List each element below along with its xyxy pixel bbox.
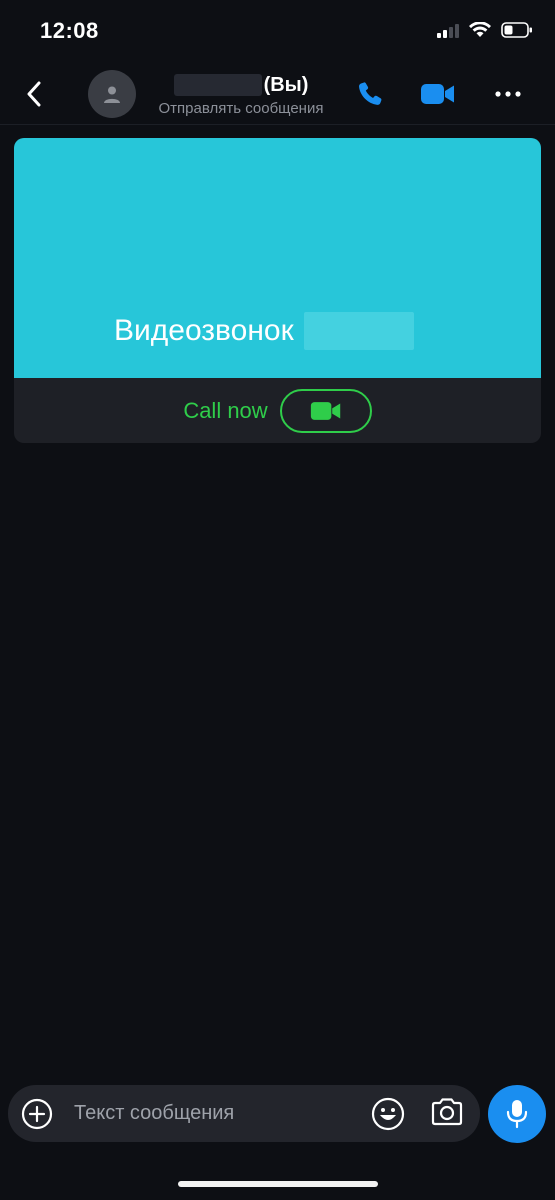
- microphone-icon: [506, 1100, 528, 1129]
- phone-icon: [359, 82, 382, 105]
- contact-subtitle: Отправлять сообщения: [158, 100, 324, 117]
- message-input[interactable]: [68, 1095, 370, 1131]
- wifi-icon: [469, 22, 491, 37]
- camera-icon: [431, 1098, 463, 1126]
- smiley-icon: [371, 1097, 405, 1131]
- video-call-title-row: Видеозвонок: [114, 312, 414, 350]
- contact-name-suffix: (Вы): [263, 73, 309, 96]
- emoji-button[interactable]: [371, 1097, 405, 1131]
- avatar[interactable]: [88, 70, 136, 118]
- video-call-card-actions: Call now: [14, 378, 541, 443]
- chat-screen: 12:08 (Вы) Отправлять сообщения Видеозво…: [0, 0, 555, 1200]
- add-attachment-button[interactable]: [21, 1098, 53, 1130]
- back-button[interactable]: [20, 80, 48, 108]
- chat-header: (Вы) Отправлять сообщения: [0, 64, 555, 125]
- more-horizontal-icon: [495, 91, 521, 97]
- cellular-signal-icon: [437, 22, 459, 38]
- video-call-button[interactable]: [420, 78, 456, 110]
- redacted-name: [173, 74, 262, 96]
- battery-icon: [501, 22, 532, 38]
- status-bar: 12:08: [0, 0, 555, 64]
- call-now-button[interactable]: [279, 388, 372, 433]
- plus-circle-icon: [21, 1098, 53, 1130]
- audio-call-button[interactable]: [352, 78, 388, 110]
- video-call-card: Видеозвонок Call now: [14, 138, 541, 443]
- video-call-title: Видеозвонок: [114, 314, 294, 347]
- video-camera-icon: [421, 84, 454, 104]
- person-icon: [104, 86, 120, 103]
- redacted-contact: [303, 312, 414, 350]
- video-call-card-banner: Видеозвонок: [14, 138, 541, 378]
- home-indicator[interactable]: [178, 1181, 378, 1187]
- voice-message-button[interactable]: [488, 1085, 546, 1143]
- contact-info[interactable]: (Вы) Отправлять сообщения: [136, 72, 346, 118]
- chevron-left-icon: [27, 81, 41, 107]
- status-icons: [437, 22, 533, 38]
- video-camera-icon: [310, 401, 340, 420]
- contact-name: (Вы): [136, 72, 346, 98]
- camera-button[interactable]: [430, 1097, 464, 1131]
- call-now-label: Call now: [183, 397, 268, 423]
- more-options-button[interactable]: [490, 78, 526, 110]
- message-composer: [8, 1085, 480, 1142]
- status-time: 12:08: [40, 18, 99, 43]
